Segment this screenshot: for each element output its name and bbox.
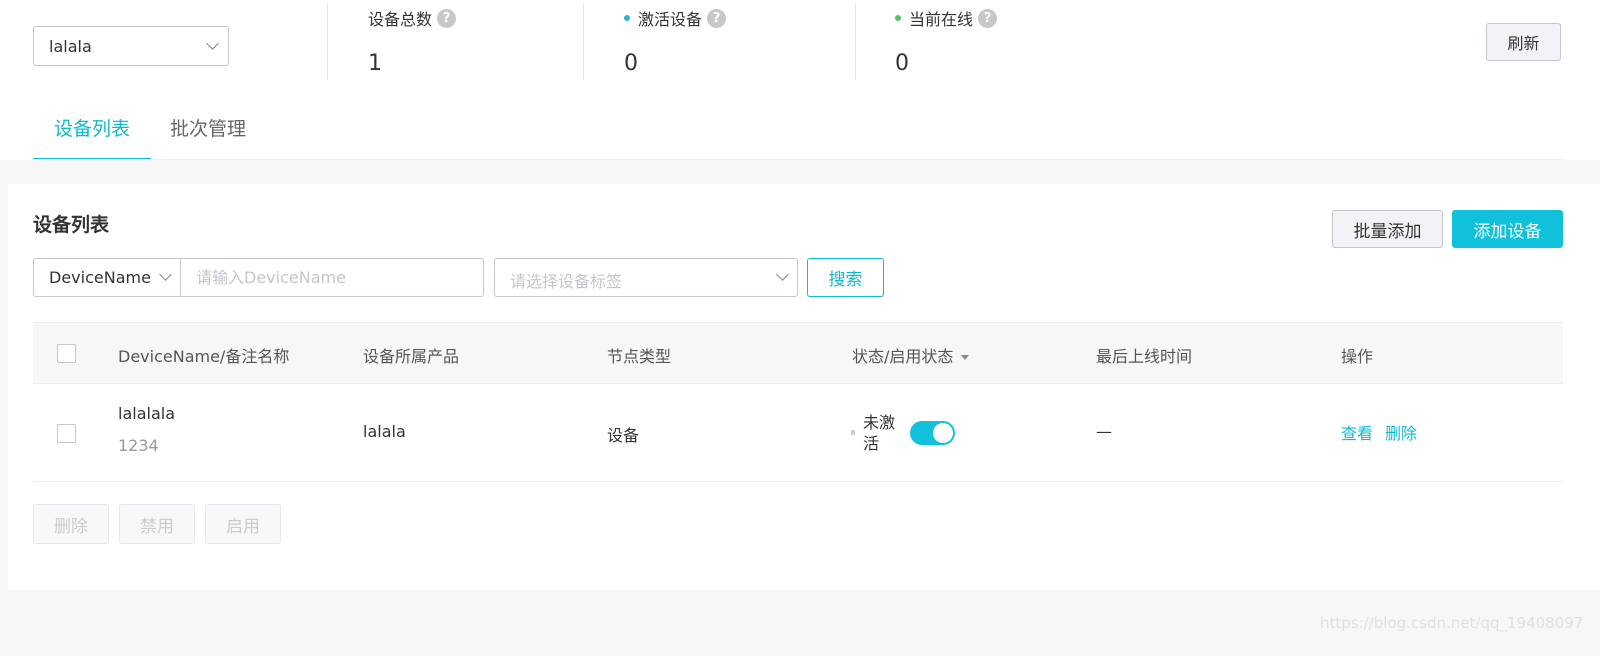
- chevron-down-icon: [159, 268, 172, 281]
- stat-active-devices: 激活设备 ? 0: [624, 6, 727, 78]
- enable-toggle[interactable]: [910, 421, 955, 445]
- column-header-label: 状态/启用状态: [852, 347, 954, 366]
- toggle-knob: [933, 423, 953, 443]
- tab-device-list[interactable]: 设备列表: [33, 102, 151, 160]
- stat-label: 激活设备: [638, 10, 703, 29]
- help-icon[interactable]: ?: [437, 8, 457, 28]
- tab-batch-management[interactable]: 批次管理: [170, 102, 246, 160]
- column-header: DeviceName/备注名称: [118, 347, 290, 366]
- batch-add-button[interactable]: 批量添加: [1332, 210, 1443, 248]
- stat-label: 当前在线: [909, 10, 974, 29]
- chevron-down-icon: [206, 37, 219, 50]
- watermark: https://blog.csdn.net/qq_19408097: [1320, 614, 1584, 632]
- column-header-status[interactable]: 状态/启用状态: [852, 343, 970, 367]
- divider: [327, 4, 328, 80]
- delete-link[interactable]: 删除: [1385, 420, 1417, 444]
- stat-value: 1: [368, 51, 382, 76]
- stat-value: 0: [624, 51, 638, 76]
- status-dot-icon: [895, 15, 901, 21]
- device-name: lalalala: [118, 404, 175, 423]
- device-status: 未激活: [863, 413, 896, 453]
- status-dot-icon: [624, 15, 630, 21]
- search-input[interactable]: [180, 258, 484, 297]
- column-header: 操作: [1341, 347, 1374, 366]
- column-header: 节点类型: [607, 347, 672, 366]
- add-device-button[interactable]: 添加设备: [1452, 210, 1563, 248]
- search-button[interactable]: 搜索: [807, 258, 884, 297]
- device-product: lalala: [363, 422, 406, 441]
- tag-select-placeholder: 请选择设备标签: [510, 272, 623, 291]
- stat-total-devices: 设备总数 ? 1: [368, 6, 457, 78]
- sort-icon[interactable]: [961, 355, 970, 360]
- select-all-checkbox[interactable]: [57, 344, 76, 363]
- stat-value: 0: [895, 51, 909, 76]
- status-dot-icon: [851, 430, 855, 435]
- column-header: 最后上线时间: [1096, 347, 1193, 366]
- bulk-disable-button[interactable]: 禁用: [119, 504, 195, 544]
- bulk-enable-button[interactable]: 启用: [205, 504, 281, 544]
- device-remark: 1234: [118, 436, 159, 455]
- search-field-select[interactable]: DeviceName: [33, 258, 181, 297]
- view-link[interactable]: 查看: [1341, 420, 1373, 444]
- divider: [855, 4, 856, 80]
- overview-header: lalala 设备总数 ? 1 激活设备 ? 0 当前在线 ? 0 刷新 设备列…: [0, 0, 1600, 160]
- product-select[interactable]: lalala: [33, 26, 229, 66]
- table-header: DeviceName/备注名称 设备所属产品 节点类型 状态/启用状态 最后上线…: [33, 322, 1563, 384]
- stat-label: 设备总数: [368, 10, 433, 29]
- stat-online-devices: 当前在线 ? 0: [895, 6, 998, 78]
- device-tag-select[interactable]: 请选择设备标签: [494, 258, 798, 297]
- help-icon[interactable]: ?: [707, 8, 727, 28]
- row-checkbox[interactable]: [57, 424, 76, 443]
- bulk-delete-button[interactable]: 删除: [33, 504, 109, 544]
- column-header: 设备所属产品: [363, 347, 460, 366]
- table-row: lalalala 1234 lalala 设备 未激活 — 查看 删除: [33, 384, 1563, 482]
- search-field-value: DeviceName: [49, 268, 151, 287]
- device-list-card: 设备列表 批量添加 添加设备 DeviceName 请选择设备标签 搜索 Dev…: [8, 184, 1600, 590]
- node-type: 设备: [607, 426, 640, 445]
- last-online-time: —: [1096, 422, 1112, 441]
- help-icon[interactable]: ?: [978, 8, 998, 28]
- refresh-button[interactable]: 刷新: [1486, 23, 1561, 61]
- product-select-value: lalala: [49, 37, 92, 56]
- tab-divider: [33, 159, 1563, 160]
- card-title: 设备列表: [33, 214, 110, 236]
- divider: [583, 4, 584, 80]
- chevron-down-icon: [776, 268, 789, 281]
